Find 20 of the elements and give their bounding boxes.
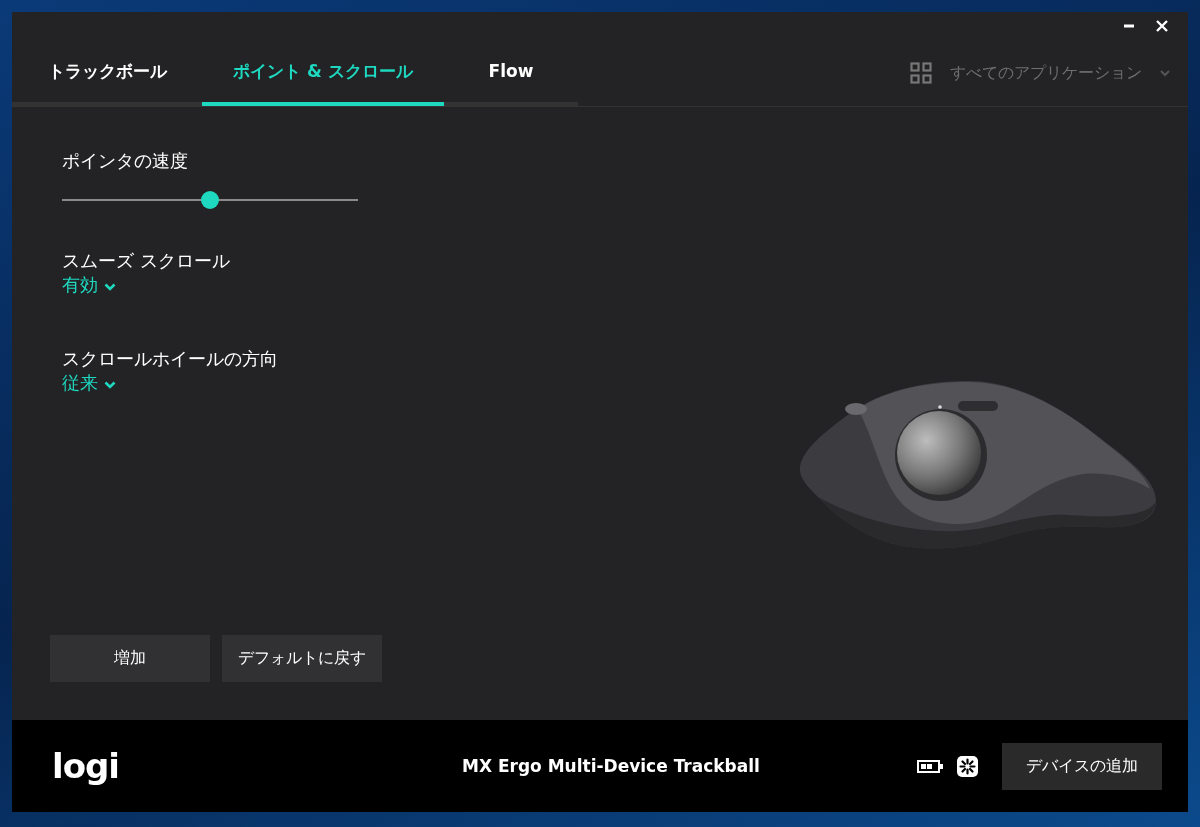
close-icon[interactable] bbox=[1156, 20, 1168, 32]
tab[interactable]: トラックボール bbox=[12, 40, 202, 102]
slider-thumb[interactable] bbox=[201, 191, 219, 209]
setting-dropdown[interactable]: 有効 bbox=[62, 273, 116, 297]
add-device-button[interactable]: デバイスの追加 bbox=[1002, 742, 1162, 790]
action-button[interactable]: デフォルトに戻す bbox=[222, 635, 382, 682]
grid-icon[interactable] bbox=[910, 62, 932, 84]
setting-dropdown[interactable]: 従来 bbox=[62, 371, 116, 395]
asterisk-icon bbox=[957, 755, 978, 777]
tab[interactable]: Flow bbox=[444, 40, 578, 102]
setting-label: スムーズ スクロール bbox=[62, 249, 230, 273]
logo: logi bbox=[52, 746, 120, 786]
setting-label: ポインタの速度 bbox=[62, 149, 188, 173]
device-name: MX Ergo Multi-Device Trackball bbox=[462, 756, 760, 776]
chevron-down-icon bbox=[104, 283, 116, 291]
setting-label: スクロールホイールの方向 bbox=[62, 347, 278, 371]
minimize-icon[interactable] bbox=[1124, 24, 1134, 28]
chevron-down-icon bbox=[104, 381, 116, 389]
action-button[interactable]: 増加 bbox=[50, 635, 210, 682]
battery-icon bbox=[917, 759, 943, 773]
